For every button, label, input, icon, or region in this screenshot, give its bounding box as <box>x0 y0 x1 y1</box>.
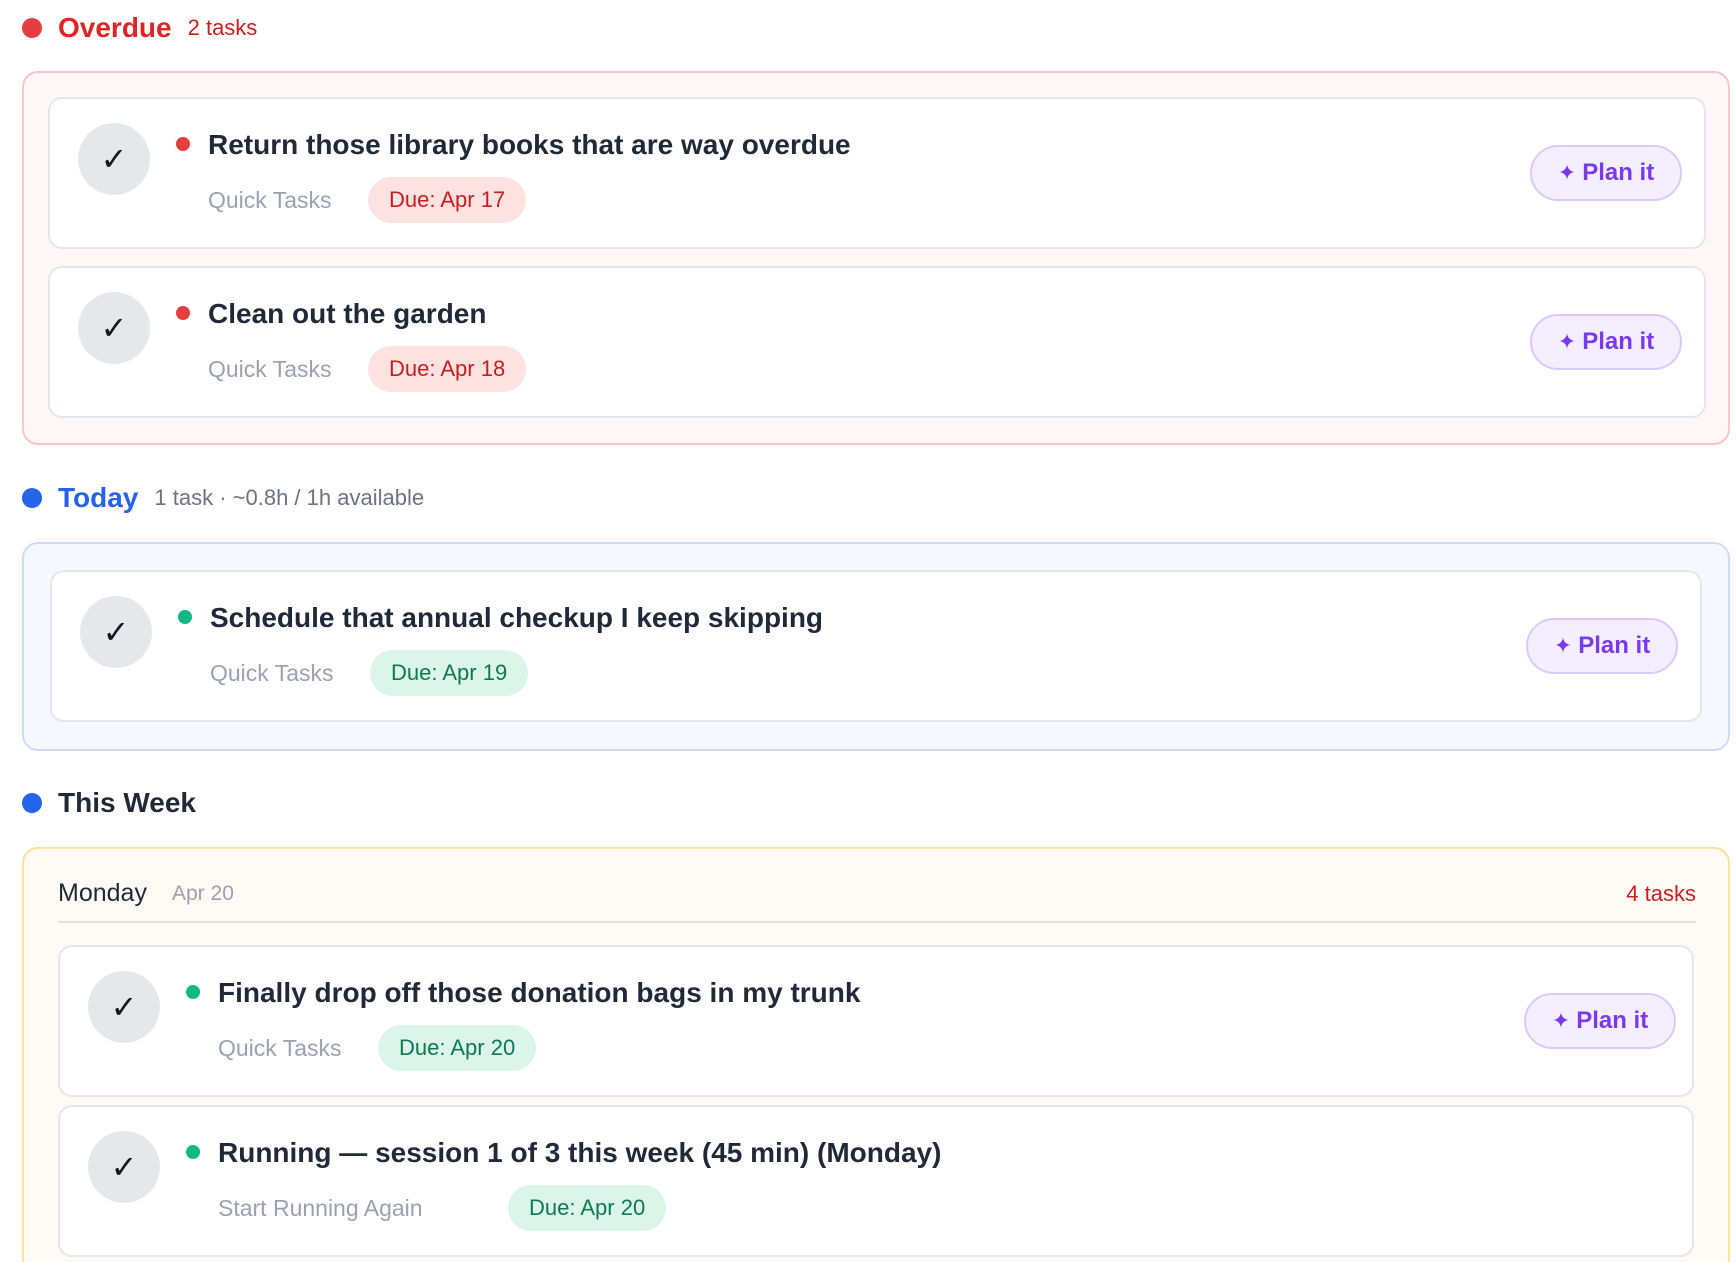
due-date-badge: Due: Apr 19 <box>370 650 529 696</box>
day-header-monday: Monday Apr 20 4 tasks <box>58 879 1696 923</box>
complete-task-button[interactable]: ✓ <box>88 1131 160 1203</box>
plan-it-button[interactable]: ✦ Plan it <box>1530 145 1682 201</box>
task-card[interactable]: ✓ Finally drop off those donation bags i… <box>58 945 1694 1097</box>
plan-it-label: Plan it <box>1578 632 1651 659</box>
today-dot <box>22 488 42 508</box>
complete-task-button[interactable]: ✓ <box>78 123 150 195</box>
complete-task-button[interactable]: ✓ <box>88 971 160 1043</box>
this-week-title: This Week <box>58 787 196 818</box>
today-section-header: Today 1 task · ~0.8h / 1h available <box>22 478 424 518</box>
task-title[interactable]: Clean out the garden <box>208 298 486 330</box>
task-title[interactable]: Schedule that annual checkup I keep skip… <box>210 602 823 634</box>
due-date-badge: Due: Apr 18 <box>368 346 527 392</box>
overdue-count: 2 tasks <box>187 15 258 40</box>
priority-dot <box>186 985 200 999</box>
this-week-dot <box>22 793 42 813</box>
task-card[interactable]: ✓ Return those library books that are wa… <box>48 97 1706 249</box>
overdue-title: Overdue <box>58 12 172 43</box>
sparkle-icon: ✦ <box>1551 1008 1571 1034</box>
sparkle-icon: ✦ <box>1557 160 1577 186</box>
priority-dot <box>176 137 190 151</box>
complete-task-button[interactable]: ✓ <box>78 292 150 364</box>
plan-it-button[interactable]: ✦ Plan it <box>1530 314 1682 370</box>
priority-dot <box>186 1145 200 1159</box>
due-date-badge: Due: Apr 20 <box>378 1025 537 1071</box>
day-date: Apr 20 <box>172 882 234 905</box>
task-project: Quick Tasks <box>210 660 334 686</box>
overdue-dot <box>22 18 42 38</box>
day-name: Monday <box>58 879 147 907</box>
plan-it-label: Plan it <box>1576 1007 1649 1034</box>
complete-task-button[interactable]: ✓ <box>80 596 152 668</box>
task-project: Quick Tasks <box>208 356 332 382</box>
today-capacity: 1 task · ~0.8h / 1h available <box>154 485 425 510</box>
plan-it-button[interactable]: ✦ Plan it <box>1524 993 1676 1049</box>
task-project: Quick Tasks <box>218 1035 342 1061</box>
plan-it-button[interactable]: ✦ Plan it <box>1526 618 1678 674</box>
due-date-badge: Due: Apr 20 <box>508 1185 667 1231</box>
priority-dot <box>178 610 192 624</box>
task-project: Start Running Again <box>218 1195 423 1221</box>
task-card[interactable]: ✓ Running — session 1 of 3 this week (45… <box>58 1105 1694 1257</box>
this-week-group: Monday Apr 20 4 tasks ✓ Finally drop off… <box>22 847 1730 1262</box>
this-week-section-header: This Week <box>22 783 196 823</box>
overdue-section-header: Overdue 2 tasks <box>22 8 257 48</box>
due-date-badge: Due: Apr 17 <box>368 177 527 223</box>
task-title[interactable]: Return those library books that are way … <box>208 129 851 161</box>
day-task-count: 4 tasks <box>1626 881 1696 906</box>
sparkle-icon: ✦ <box>1557 329 1577 355</box>
overdue-group: ✓ Return those library books that are wa… <box>22 71 1730 445</box>
plan-it-label: Plan it <box>1582 328 1655 355</box>
priority-dot <box>176 306 190 320</box>
task-card[interactable]: ✓ Clean out the garden Quick Tasks Due: … <box>48 266 1706 418</box>
plan-it-label: Plan it <box>1582 159 1655 186</box>
task-project: Quick Tasks <box>208 187 332 213</box>
task-list-page: Overdue 2 tasks ✓ Return those library b… <box>0 0 1736 1262</box>
task-title[interactable]: Finally drop off those donation bags in … <box>218 977 860 1009</box>
task-card[interactable]: ✓ Schedule that annual checkup I keep sk… <box>50 570 1702 722</box>
task-title[interactable]: Running — session 1 of 3 this week (45 m… <box>218 1137 941 1169</box>
today-group: ✓ Schedule that annual checkup I keep sk… <box>22 542 1730 751</box>
today-title: Today <box>58 482 139 513</box>
sparkle-icon: ✦ <box>1553 633 1573 659</box>
